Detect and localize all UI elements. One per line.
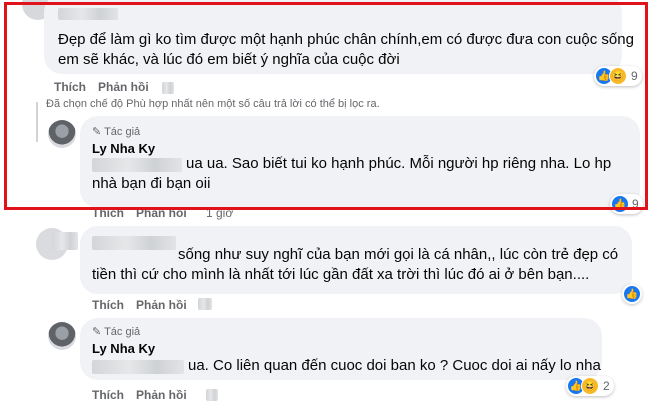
haha-icon: 😆 bbox=[581, 377, 599, 395]
like-icon: 👍 bbox=[624, 286, 640, 302]
reaction-count: 2 bbox=[603, 379, 610, 393]
blurred-time bbox=[206, 389, 218, 401]
blurred-time bbox=[198, 298, 212, 310]
blurred-avatar-detail bbox=[52, 232, 78, 250]
reply-text-line1: ua. Co liên quan đến cuoc doi ban ko ? C… bbox=[188, 357, 601, 374]
reply-link[interactable]: Phản hồi bbox=[136, 388, 187, 402]
like-link[interactable]: Thích bbox=[92, 298, 124, 312]
like-link[interactable]: Thích bbox=[92, 388, 124, 402]
highlight-box bbox=[4, 2, 648, 210]
pen-icon: ✎ bbox=[92, 326, 102, 338]
author-avatar[interactable] bbox=[48, 322, 76, 350]
author-name[interactable]: Ly Nha Ky bbox=[92, 341, 155, 356]
blurred-mention bbox=[92, 360, 184, 374]
reply-actions: Thích Phản hồi bbox=[92, 388, 199, 402]
author-badge: ✎ Tác giả bbox=[92, 326, 141, 338]
reply-link[interactable]: Phản hồi bbox=[136, 298, 187, 312]
reaction-summary[interactable]: 👍 😆 2 bbox=[566, 376, 614, 396]
reaction-summary[interactable]: 👍 bbox=[622, 284, 642, 304]
comment-actions: Thích Phản hồi bbox=[92, 298, 199, 312]
comment-text-line2: tiền thì cứ cho mình là nhất tới lúc gần… bbox=[92, 266, 590, 283]
blurred-commenter-name bbox=[92, 236, 176, 250]
